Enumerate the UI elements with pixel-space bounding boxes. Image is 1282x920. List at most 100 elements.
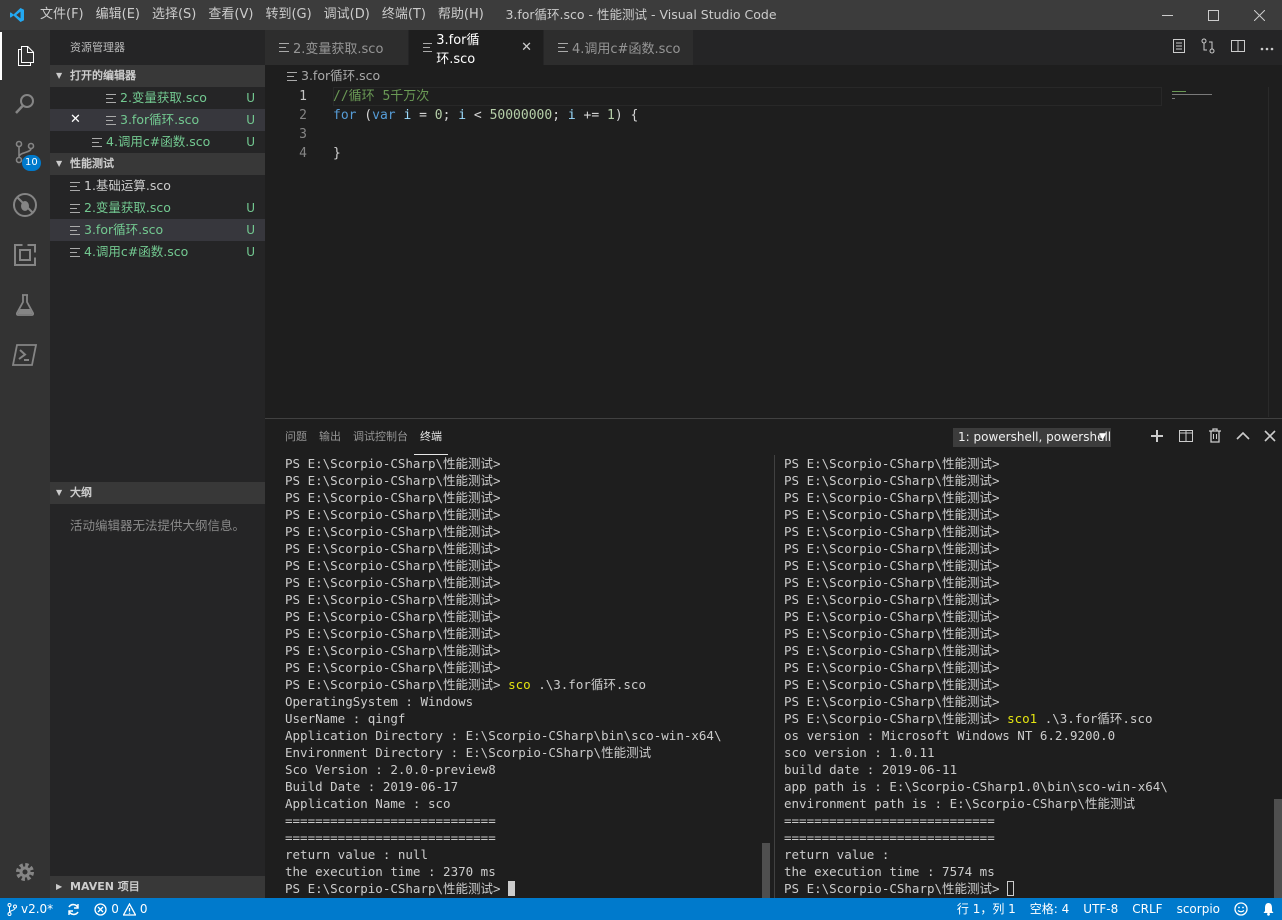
open-editor-item[interactable]: ✕ 3.for循环.sco U bbox=[50, 109, 265, 131]
settings-gear-icon[interactable] bbox=[0, 848, 50, 896]
file-tree-item[interactable]: 1.基础运算.sco bbox=[50, 175, 265, 197]
split-editor-icon[interactable] bbox=[1230, 39, 1246, 57]
menu-edit[interactable]: 编辑(E) bbox=[90, 0, 146, 30]
test-flask-icon[interactable] bbox=[0, 281, 50, 329]
problems-summary[interactable]: 0 0 bbox=[87, 898, 154, 920]
new-terminal-icon[interactable] bbox=[1150, 429, 1164, 447]
maximize-panel-icon[interactable] bbox=[1236, 430, 1250, 445]
terminal-output-line: the execution time : 7574 ms bbox=[784, 864, 995, 879]
code-editor[interactable]: 1 2 3 4 //循环 5千万次 for (var i = 0; i < 50… bbox=[265, 87, 1282, 417]
scm-count-badge: 10 bbox=[22, 155, 41, 171]
tab-2-variable[interactable]: 2.变量获取.sco bbox=[265, 30, 409, 65]
tab-4-call-csharp[interactable]: 4.调用c#函数.sco bbox=[544, 30, 694, 65]
tab-terminal[interactable]: 终端 bbox=[414, 420, 448, 455]
terminal-prompt-line: PS E:\Scorpio-CSharp\性能测试> bbox=[784, 694, 1000, 709]
close-panel-icon[interactable] bbox=[1264, 429, 1276, 446]
close-tab-icon[interactable]: ✕ bbox=[520, 40, 533, 55]
tab-output[interactable]: 输出 bbox=[313, 419, 347, 455]
error-count: 0 bbox=[111, 902, 119, 916]
powershell-icon[interactable] bbox=[0, 331, 50, 379]
file-name: 1.基础运算.sco bbox=[84, 178, 171, 193]
terminal-output-line: Environment Directory : E:\Scorpio-CShar… bbox=[285, 745, 652, 760]
menu-selection[interactable]: 选择(S) bbox=[146, 0, 202, 30]
close-window-button[interactable] bbox=[1236, 0, 1282, 30]
file-lines-icon bbox=[70, 181, 80, 191]
git-status-badge: U bbox=[246, 201, 255, 215]
open-changes-icon[interactable] bbox=[1200, 38, 1216, 58]
encoding[interactable]: UTF-8 bbox=[1076, 898, 1125, 920]
terminal-cursor bbox=[1007, 881, 1015, 896]
tab-3-for-loop[interactable]: 3.for循环.sco ✕ bbox=[409, 30, 544, 67]
line-number: 3 bbox=[299, 127, 307, 142]
terminal-final-prompt: PS E:\Scorpio-CSharp\性能测试> bbox=[784, 880, 1264, 897]
breadcrumb[interactable]: 3.for循环.sco bbox=[265, 65, 1282, 87]
extensions-icon[interactable] bbox=[0, 231, 50, 279]
minimize-button[interactable] bbox=[1144, 0, 1190, 30]
terminal-prompt-line: PS E:\Scorpio-CSharp\性能测试> bbox=[784, 643, 1000, 658]
split-terminal-icon[interactable] bbox=[1178, 429, 1194, 447]
menu-terminal[interactable]: 终端(T) bbox=[376, 0, 432, 30]
menu-help[interactable]: 帮助(H) bbox=[432, 0, 490, 30]
file-name: 3.for循环.sco bbox=[84, 222, 164, 237]
sync-icon[interactable] bbox=[60, 903, 87, 916]
explorer-icon[interactable] bbox=[0, 32, 50, 80]
terminal-prompt-line: PS E:\Scorpio-CSharp\性能测试> bbox=[285, 626, 501, 641]
feedback-smiley-icon[interactable] bbox=[1227, 898, 1255, 920]
maven-header[interactable]: ▶ MAVEN 项目 bbox=[50, 876, 265, 898]
language-mode[interactable]: scorpio bbox=[1170, 898, 1227, 920]
close-editor-icon[interactable]: ✕ bbox=[70, 109, 106, 131]
minimap[interactable] bbox=[1172, 89, 1268, 99]
terminal-prompt-line: PS E:\Scorpio-CSharp\性能测试> bbox=[285, 609, 501, 624]
maximize-button[interactable] bbox=[1190, 0, 1236, 30]
menu-go[interactable]: 转到(G) bbox=[259, 0, 317, 30]
open-editor-item[interactable]: 4.调用c#函数.sco U bbox=[50, 131, 265, 153]
terminal-output-line: ============================ bbox=[784, 813, 995, 828]
terminal-output-line: Application Name : sco bbox=[285, 796, 451, 811]
open-editor-item[interactable]: 2.变量获取.sco U bbox=[50, 87, 265, 109]
terminal-right[interactable]: PS E:\Scorpio-CSharp\性能测试> PS E:\Scorpio-… bbox=[784, 455, 1264, 899]
line-number: 1 bbox=[299, 89, 307, 104]
terminal-split-divider[interactable] bbox=[774, 455, 775, 899]
file-tree-item[interactable]: 2.变量获取.sco U bbox=[50, 197, 265, 219]
open-preview-icon[interactable] bbox=[1172, 38, 1186, 58]
end-of-line[interactable]: CRLF bbox=[1125, 898, 1169, 920]
explorer-sidebar: 资源管理器 ▼ 打开的编辑器 2.变量获取.sco U ✕ 3.for循环.sc… bbox=[50, 30, 265, 898]
cursor-position[interactable]: 行 1，列 1 bbox=[950, 898, 1023, 920]
chevron-down-icon: ▼ bbox=[1099, 432, 1106, 442]
bottom-panel: 问题 输出 调试控制台 终端 1: powershell, powershell… bbox=[265, 418, 1282, 899]
terminal-select-dropdown[interactable]: 1: powershell, powershell ▼ bbox=[953, 428, 1111, 447]
terminal-prompt-line: PS E:\Scorpio-CSharp\性能测试> bbox=[784, 473, 1000, 488]
trash-icon[interactable] bbox=[1208, 428, 1222, 447]
tab-debug-console[interactable]: 调试控制台 bbox=[347, 419, 414, 455]
tab-problems[interactable]: 问题 bbox=[279, 419, 313, 455]
workspace-folder-header[interactable]: ▼ 性能测试 bbox=[50, 153, 265, 175]
more-actions-icon[interactable] bbox=[1260, 40, 1274, 55]
warning-count: 0 bbox=[139, 902, 148, 916]
warning-icon bbox=[122, 902, 136, 916]
terminal-prompt-line: PS E:\Scorpio-CSharp\性能测试> bbox=[784, 609, 1000, 624]
notifications-bell-icon[interactable] bbox=[1255, 898, 1282, 920]
menu-file[interactable]: 文件(F) bbox=[34, 0, 90, 30]
file-tree-item[interactable]: 4.调用c#函数.sco U bbox=[50, 241, 265, 263]
terminal-output-line: build date : 2019-06-11 bbox=[784, 762, 958, 777]
file-name: 4.调用c#函数.sco bbox=[84, 244, 189, 259]
git-status-badge: U bbox=[246, 135, 255, 149]
search-icon[interactable] bbox=[0, 80, 50, 128]
open-editors-header[interactable]: ▼ 打开的编辑器 bbox=[50, 65, 265, 87]
terminal-left-scrollbar[interactable] bbox=[762, 843, 770, 899]
indentation[interactable]: 空格: 4 bbox=[1023, 898, 1077, 920]
tab-label: 4.调用c#函数.sco bbox=[572, 42, 681, 57]
editor-scrollbar[interactable] bbox=[1268, 87, 1282, 417]
outline-header[interactable]: ▼ 大纲 bbox=[50, 482, 265, 504]
menu-debug[interactable]: 调试(D) bbox=[318, 0, 376, 30]
file-tree-item[interactable]: 3.for循环.sco U bbox=[50, 219, 265, 241]
title-bar: 文件(F) 编辑(E) 选择(S) 查看(V) 转到(G) 调试(D) 终端(T… bbox=[0, 0, 1282, 30]
terminal-left[interactable]: PS E:\Scorpio-CSharp\性能测试> PS E:\Scorpio-… bbox=[285, 455, 765, 899]
file-lines-icon bbox=[92, 137, 102, 147]
menu-view[interactable]: 查看(V) bbox=[202, 0, 259, 30]
terminal-prompt-line: PS E:\Scorpio-CSharp\性能测试> bbox=[285, 524, 501, 539]
debug-icon[interactable] bbox=[0, 181, 50, 229]
git-branch-item[interactable]: v2.0* bbox=[0, 898, 60, 920]
terminal-output-line: app path is : E:\Scorpio-CSharp1.0\bin\s… bbox=[784, 779, 1168, 794]
terminal-right-scrollbar[interactable] bbox=[1274, 799, 1282, 899]
